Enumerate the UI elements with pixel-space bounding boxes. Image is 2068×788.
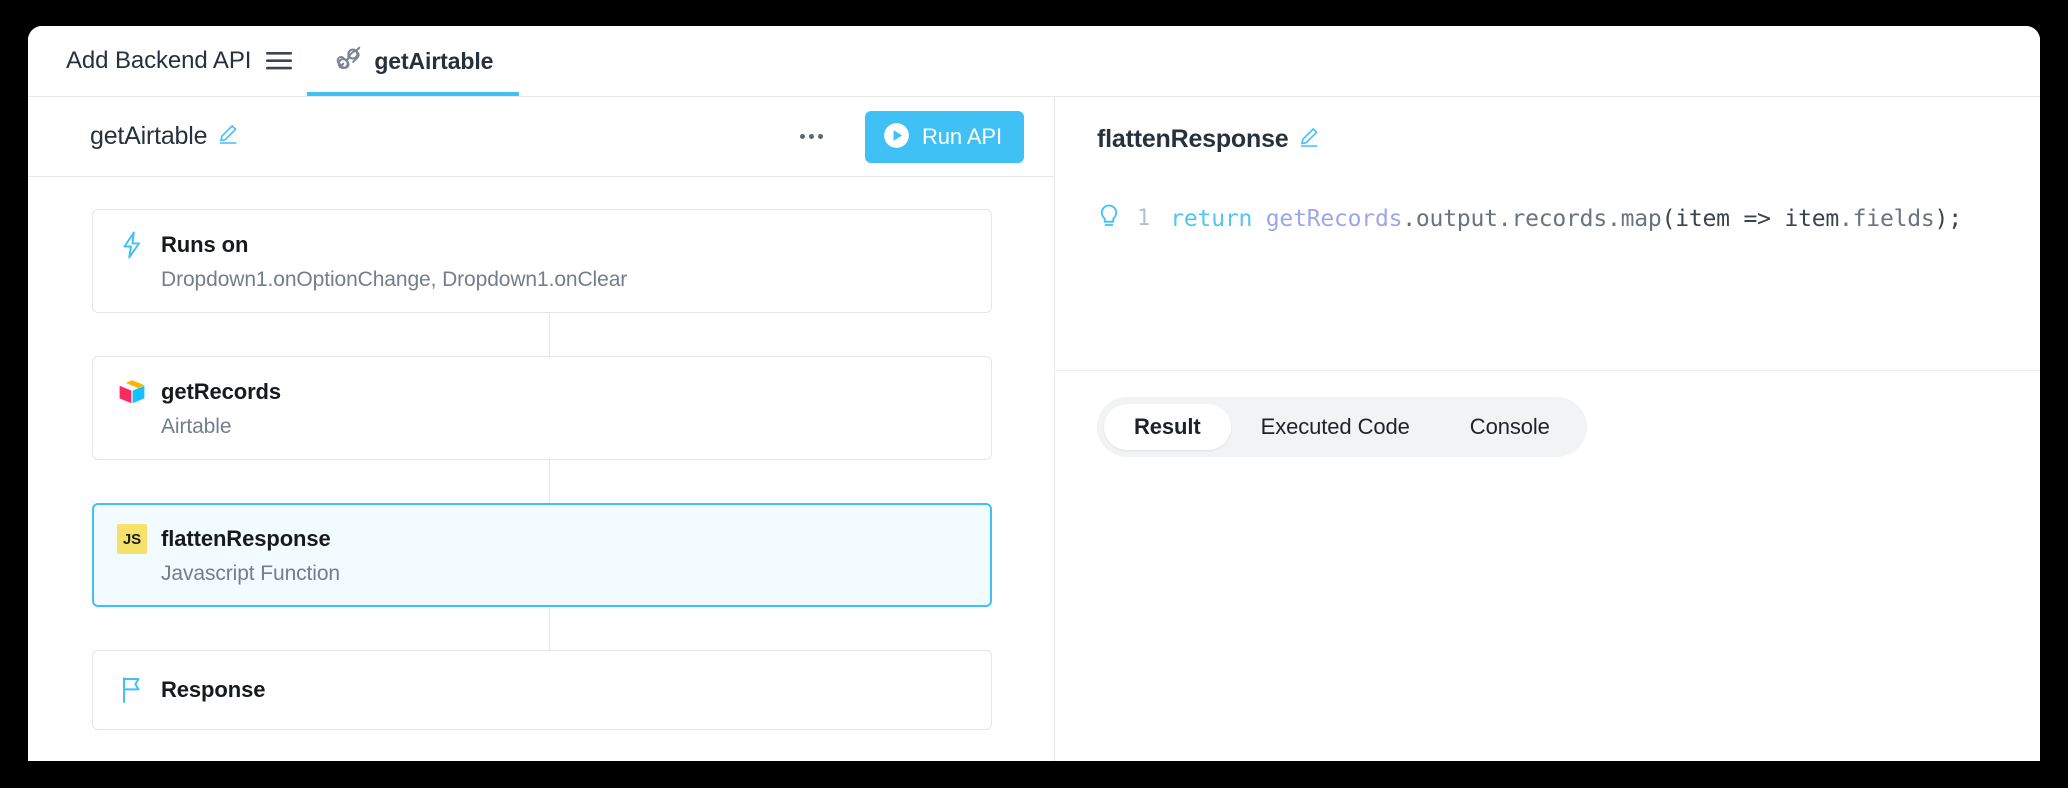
code-token-arrow: =>	[1729, 205, 1785, 232]
flow-node-subtitle: Dropdown1.onOptionChange, Dropdown1.onCl…	[161, 268, 628, 291]
flow-node-row: JS flattenResponse	[117, 524, 967, 554]
pencil-icon[interactable]	[1298, 126, 1320, 153]
flag-icon	[117, 675, 147, 705]
flow-node-flattenresponse[interactable]: JS flattenResponse Javascript Function	[92, 503, 992, 607]
code-token-punctuation: );	[1934, 205, 1962, 232]
lightbulb-icon[interactable]	[1097, 203, 1121, 234]
flow-node-title: getRecords	[161, 379, 282, 404]
pencil-icon[interactable]	[217, 123, 239, 150]
result-tab-group: Result Executed Code Console	[1097, 397, 1587, 457]
flow-node-subtitle: Javascript Function	[161, 562, 341, 585]
flow-connector	[92, 460, 992, 503]
plug-connector-icon	[333, 44, 363, 79]
ellipsis-icon[interactable]	[792, 124, 831, 149]
result-tabs-wrap: Result Executed Code Console	[1055, 371, 2040, 457]
tab-executed-code[interactable]: Executed Code	[1231, 404, 1440, 450]
run-api-label: Run API	[921, 123, 1002, 149]
play-circle-icon	[883, 122, 910, 152]
code-tokens: return getRecords.output.records.map(ite…	[1170, 206, 1962, 232]
hamburger-icon[interactable]	[251, 26, 307, 96]
flow-node-response[interactable]: Response	[92, 650, 992, 730]
right-panel-header: flattenResponse	[1055, 97, 2040, 181]
code-token-property: .records	[1497, 205, 1607, 232]
flow-node-row: Runs on	[117, 230, 967, 260]
api-name-heading: getAirtable	[90, 122, 239, 151]
tab-console[interactable]: Console	[1440, 404, 1580, 450]
function-name-heading: flattenResponse	[1097, 125, 1320, 154]
flow-canvas: Runs on Dropdown1.onOptionChange, Dropdo…	[28, 177, 1054, 761]
js-badge-icon: JS	[117, 524, 147, 554]
airtable-logo-icon	[117, 377, 147, 407]
code-token-keyword: return	[1170, 205, 1266, 232]
code-line-1: 1 return getRecords.output.records.map(i…	[1097, 203, 2040, 234]
flow-node-title: flattenResponse	[161, 526, 331, 551]
flow-node-title: Runs on	[161, 232, 249, 257]
flow-connector	[92, 313, 992, 356]
api-name-text: getAirtable	[90, 122, 208, 150]
flow-connector	[92, 607, 992, 650]
run-api-button[interactable]: Run API	[864, 110, 1024, 163]
flow-node-stack: Runs on Dropdown1.onOptionChange, Dropdo…	[92, 209, 992, 730]
tab-getairtable-label: getAirtable	[374, 47, 494, 74]
code-token-identifier: item	[1784, 205, 1840, 232]
ellipsis-dot	[808, 134, 814, 139]
hamburger-icon-glyph	[266, 52, 293, 70]
code-editor[interactable]: 1 return getRecords.output.records.map(i…	[1055, 181, 2040, 371]
code-token-property: .fields	[1839, 205, 1935, 232]
result-body-empty	[1055, 457, 2040, 761]
flow-node-title: Response	[161, 677, 266, 702]
lightning-bolt-icon	[117, 230, 147, 260]
body-split: getAirtable Run API Runs on Dropdown1.on…	[28, 97, 2040, 761]
function-name-text: flattenResponse	[1097, 124, 1289, 153]
top-tab-bar: Add Backend API getAirtable	[28, 26, 2040, 97]
js-badge-text: JS	[117, 524, 147, 554]
flow-node-subtitle: Airtable	[161, 415, 232, 438]
tab-getairtable[interactable]: getAirtable	[307, 26, 520, 96]
add-backend-api-label: Add Backend API	[66, 47, 252, 74]
right-panel: flattenResponse 1 return getRecords.outp…	[1055, 97, 2040, 761]
ellipsis-dot	[817, 134, 823, 139]
app-window: Add Backend API getAirtable getAirtable …	[28, 26, 2040, 761]
flow-node-row: getRecords	[117, 377, 967, 407]
flow-node-row: Response	[117, 671, 967, 709]
flow-node-getrecords[interactable]: getRecords Airtable	[92, 356, 992, 460]
left-panel-header: getAirtable Run API	[28, 97, 1054, 177]
code-token-property: .map	[1606, 205, 1662, 232]
code-line-number: 1	[1137, 206, 1151, 231]
tab-result[interactable]: Result	[1104, 404, 1231, 450]
code-token-reference: getRecords	[1265, 205, 1403, 232]
code-token-punctuation: (	[1661, 205, 1676, 232]
code-token-identifier: item	[1675, 205, 1730, 232]
code-token-property: .output	[1402, 205, 1498, 232]
ellipsis-dot	[799, 134, 805, 139]
left-panel: getAirtable Run API Runs on Dropdown1.on…	[28, 97, 1055, 761]
flow-node-runs-on[interactable]: Runs on Dropdown1.onOptionChange, Dropdo…	[92, 209, 992, 313]
